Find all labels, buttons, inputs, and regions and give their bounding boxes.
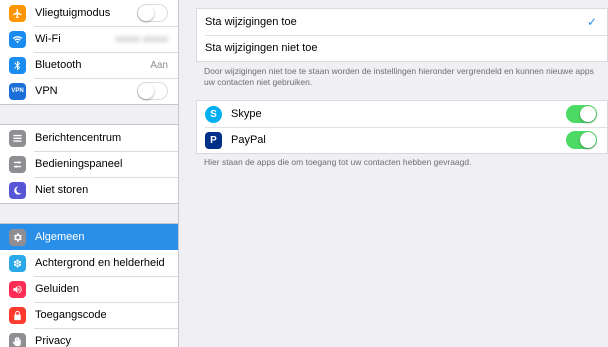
option-allow-changes[interactable]: Sta wijzigingen toe ✓ — [197, 9, 607, 35]
skype-access-switch[interactable] — [566, 105, 597, 123]
control-center-icon — [9, 155, 26, 173]
allow-changes-card: Sta wijzigingen toe ✓ Sta wijzigingen ni… — [196, 8, 608, 62]
sidebar-item-label: Geluiden — [35, 283, 80, 295]
notification-center-icon — [9, 129, 26, 147]
sidebar-item-label: Berichtencentrum — [35, 132, 122, 144]
wifi-icon — [9, 30, 26, 48]
app-row-skype: S Skype — [197, 101, 607, 127]
sidebar-item-label: Privacy — [35, 335, 72, 347]
vpn-icon: VPN — [9, 82, 26, 100]
switch-knob — [138, 5, 154, 21]
apps-card: S Skype P PayPal — [196, 100, 608, 154]
sidebar-item-vpn[interactable]: VPN VPN — [0, 78, 178, 104]
sidebar-item-do-not-disturb[interactable]: Niet storen — [0, 177, 178, 203]
general-group: Algemeen Achtergrond en helderheid Gelui… — [0, 223, 178, 347]
skype-icon: S — [205, 105, 222, 123]
sidebar-item-wifi[interactable]: Wi-Fi xxxxx xxxxx — [0, 26, 178, 52]
sidebar-item-passcode[interactable]: Toegangscode — [0, 302, 178, 328]
apps-footnote: Hier staan de apps die om toegang tot uw… — [204, 157, 472, 167]
sidebar-item-label: Bedieningspaneel — [35, 158, 123, 170]
sidebar-item-privacy[interactable]: Privacy — [0, 328, 178, 347]
sidebar-item-label: VPN — [35, 85, 58, 97]
bluetooth-icon — [9, 56, 26, 74]
notifications-group: Berichtencentrum Bedieningspaneel Niet s… — [0, 124, 178, 204]
sidebar-item-label: Vliegtuigmodus — [35, 7, 111, 19]
sidebar-item-label: Bluetooth — [35, 59, 82, 71]
contacts-privacy-detail: Sta wijzigingen toe ✓ Sta wijzigingen ni… — [180, 0, 608, 347]
gear-icon — [9, 228, 26, 246]
options-footnote: Door wijzigingen niet toe te staan worde… — [204, 66, 594, 87]
airplane-mode-switch[interactable] — [137, 4, 168, 22]
sidebar-item-control-center[interactable]: Bedieningspaneel — [0, 151, 178, 177]
option-label: Sta wijzigingen toe — [205, 16, 297, 28]
option-disallow-changes[interactable]: Sta wijzigingen niet toe — [197, 35, 607, 61]
hand-icon — [9, 332, 26, 347]
sidebar-item-bluetooth[interactable]: Bluetooth Aan — [0, 52, 178, 78]
sidebar-item-label: Wi-Fi — [35, 33, 61, 45]
flower-icon — [9, 254, 26, 272]
vpn-switch[interactable] — [137, 82, 168, 100]
sidebar-item-notification-center[interactable]: Berichtencentrum — [0, 125, 178, 151]
paypal-access-switch[interactable] — [566, 131, 597, 149]
switch-knob — [580, 132, 596, 148]
app-label: Skype — [231, 108, 262, 120]
sidebar-item-label: Niet storen — [35, 184, 89, 196]
app-label: PayPal — [231, 134, 266, 146]
switch-knob — [580, 106, 596, 122]
connectivity-group: Vliegtuigmodus Wi-Fi xxxxx xxxxx Bluetoo… — [0, 0, 178, 105]
sidebar-item-label: Algemeen — [35, 231, 85, 243]
switch-knob — [138, 83, 154, 99]
sidebar-item-label: Toegangscode — [35, 309, 107, 321]
paypal-icon: P — [205, 131, 222, 149]
moon-icon — [9, 181, 26, 199]
sidebar-item-wallpaper-brightness[interactable]: Achtergrond en helderheid — [0, 250, 178, 276]
bluetooth-status-value: Aan — [150, 59, 168, 71]
lock-icon — [9, 306, 26, 324]
settings-sidebar: Vliegtuigmodus Wi-Fi xxxxx xxxxx Bluetoo… — [0, 0, 179, 347]
sidebar-item-sounds[interactable]: Geluiden — [0, 276, 178, 302]
option-label: Sta wijzigingen niet toe — [205, 42, 318, 54]
app-row-paypal: P PayPal — [197, 127, 607, 153]
sidebar-item-general[interactable]: Algemeen — [0, 224, 178, 250]
checkmark-icon: ✓ — [586, 15, 597, 29]
sidebar-item-airplane-mode[interactable]: Vliegtuigmodus — [0, 0, 178, 26]
wifi-network-value: xxxxx xxxxx — [115, 33, 168, 45]
speaker-icon — [9, 280, 26, 298]
airplane-icon — [9, 4, 26, 22]
sidebar-item-label: Achtergrond en helderheid — [35, 257, 165, 269]
